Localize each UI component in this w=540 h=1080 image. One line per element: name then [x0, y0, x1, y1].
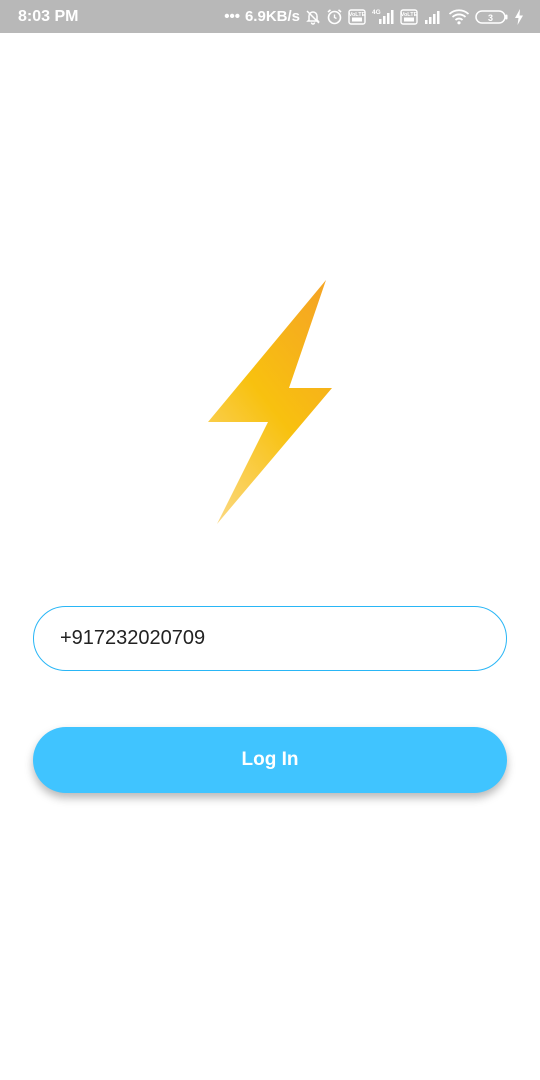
alarm-icon [326, 8, 343, 25]
svg-text:3: 3 [488, 13, 493, 23]
svg-text:VoLTE: VoLTE [401, 12, 418, 18]
status-dots: ••• [224, 8, 240, 25]
lightning-bolt-icon [205, 278, 335, 528]
status-time: 8:03 PM [18, 7, 79, 25]
status-bar: 8:03 PM ••• 6.9KB/s VoLTE 4G VoLTE 3 [0, 0, 540, 33]
phone-number-value: +917232020709 [60, 627, 206, 649]
volte-icon: VoLTE [348, 8, 366, 25]
signal-icon: 4G [371, 8, 395, 25]
phone-number-input[interactable]: +917232020709 [33, 606, 507, 671]
svg-text:4G: 4G [372, 9, 381, 16]
network-speed: 6.9KB/s [244, 8, 300, 25]
battery-icon: 3 [475, 9, 509, 25]
svg-text:VoLTE: VoLTE [349, 12, 366, 18]
login-button[interactable]: Log In [33, 727, 507, 793]
login-button-label: Log In [241, 749, 299, 770]
charging-icon [514, 8, 524, 25]
bell-off-icon [305, 9, 321, 25]
wifi-icon [448, 8, 470, 25]
volte-icon: VoLTE [400, 8, 418, 25]
signal-icon [423, 9, 443, 25]
